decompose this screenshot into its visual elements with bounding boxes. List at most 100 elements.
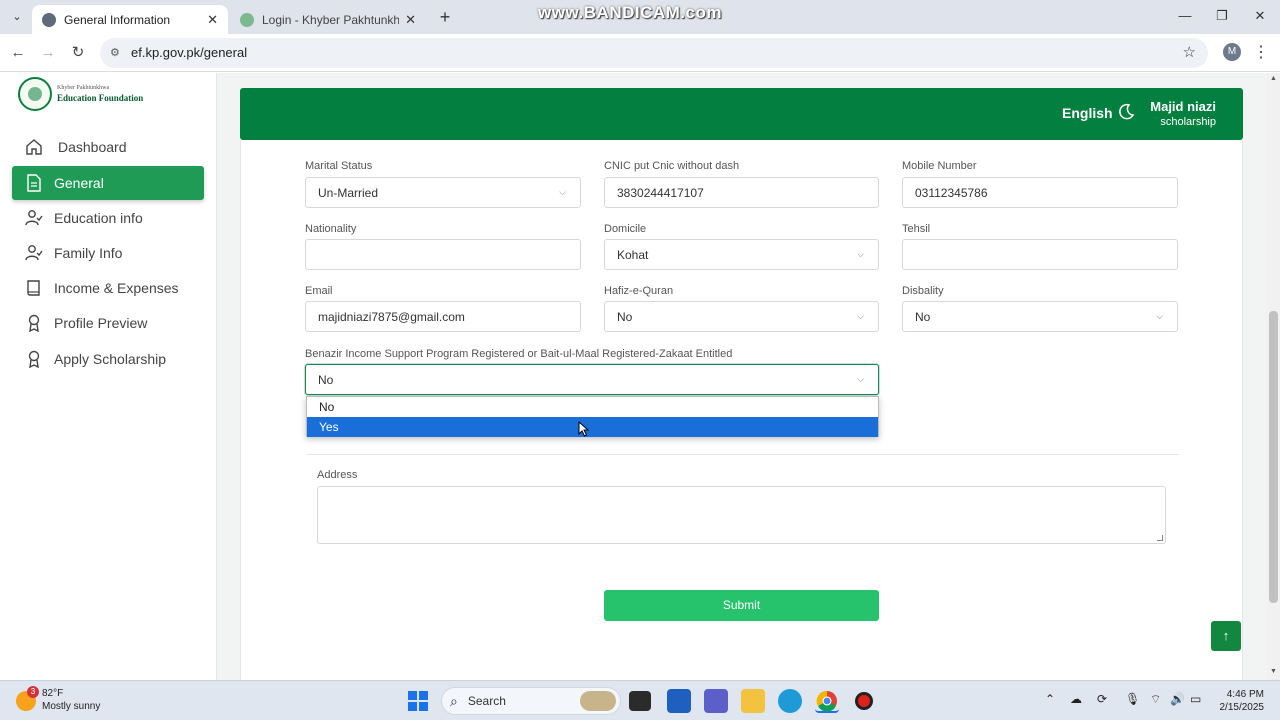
dropdown-option-no[interactable]: No <box>307 397 878 417</box>
windows-start-icon[interactable] <box>406 689 430 713</box>
scroll-up-arrow-icon[interactable]: ▲ <box>1270 75 1277 82</box>
close-window-icon[interactable]: ✕ <box>1248 8 1272 24</box>
site-info-icon[interactable]: ⚙ <box>110 46 124 60</box>
forward-arrow-icon[interactable]: → <box>38 43 58 63</box>
bandicam-record-icon[interactable] <box>852 689 876 713</box>
dropdown-option-yes[interactable]: Yes <box>307 417 878 437</box>
scroll-to-top-arrow-icon[interactable]: ↑ <box>1211 621 1241 651</box>
cnic-field[interactable]: 3830244417107 <box>604 177 879 208</box>
sidebar-item-family-info[interactable]: Family Info <box>12 236 204 270</box>
url-text[interactable]: ef.kp.gov.pk/general <box>131 45 247 60</box>
windows-taskbar: 3 82°F Mostly sunny ⌕ Search ⌃ ☁ ⟳ 🎙 ⌔ 🔊… <box>0 680 1280 720</box>
disability-value: No <box>915 309 931 324</box>
user-name[interactable]: Majid niazi <box>1150 99 1216 114</box>
domicile-value: Kohat <box>617 247 649 262</box>
edge-icon[interactable] <box>778 689 802 713</box>
close-tab-icon[interactable]: ✕ <box>207 12 218 28</box>
minimize-icon[interactable]: — <box>1173 8 1197 23</box>
weather-desc: Mostly sunny <box>42 700 101 712</box>
sidebar-item-label: Apply Scholarship <box>54 351 167 367</box>
nationality-field[interactable] <box>305 239 581 270</box>
marital-status-select[interactable]: Un-Married ⌵ <box>305 177 581 208</box>
tab-search-chevron-icon[interactable]: ⌄ <box>6 7 28 27</box>
tehsil-field[interactable] <box>902 239 1178 270</box>
sidebar-item-apply-scholarship[interactable]: Apply Scholarship <box>12 342 204 376</box>
submit-button[interactable]: Submit <box>604 590 879 621</box>
new-tab-plus-icon[interactable]: + <box>434 6 456 28</box>
address-label: Address <box>317 469 358 481</box>
sidebar-item-education-info[interactable]: Education info <box>12 201 204 235</box>
notification-badge: 3 <box>27 685 39 698</box>
file-explorer-icon[interactable] <box>741 689 765 713</box>
marital-status-value: Un-Married <box>318 185 379 200</box>
email-label: Email <box>305 285 333 297</box>
language-toggle[interactable]: English <box>1062 105 1113 121</box>
omnibox[interactable]: ⚙ ef.kp.gov.pk/general ☆ <box>100 38 1208 68</box>
scroll-down-arrow-icon[interactable]: ▼ <box>1270 668 1277 675</box>
taskbar-search[interactable]: ⌕ Search <box>441 687 621 715</box>
task-view-icon[interactable] <box>629 691 651 711</box>
dark-mode-moon-icon[interactable] <box>1117 103 1135 126</box>
weather-widget[interactable]: 3 82°F Mostly sunny <box>16 685 101 713</box>
cnic-label: CNIC put Cnic without dash <box>604 160 740 172</box>
sidebar-item-label: Dashboard <box>58 139 127 155</box>
search-label: Search <box>467 694 506 708</box>
domicile-label: Domicile <box>604 223 647 235</box>
recorder-watermark: www.BANDICAM.com <box>538 3 722 22</box>
address-textarea[interactable] <box>317 486 1166 544</box>
globe-icon <box>42 12 56 27</box>
home-icon <box>24 137 44 157</box>
hafiz-select[interactable]: No ⌵ <box>604 301 879 332</box>
onedrive-cloud-icon[interactable]: ☁ <box>1070 692 1082 706</box>
battery-icon[interactable]: ▭ <box>1190 692 1201 706</box>
teams-icon[interactable] <box>704 689 728 713</box>
tab-general-information[interactable]: General Information ✕ <box>32 5 228 34</box>
disability-label: Disbality <box>902 285 944 297</box>
chevron-up-icon[interactable]: ⌃ <box>1045 692 1055 706</box>
email-value: majidniazi7875@gmail.com <box>318 309 465 324</box>
logo-line2: Education Foundation <box>57 93 144 103</box>
sidebar-item-label: Income & Expenses <box>54 280 179 296</box>
tab-title: Login - Khyber Pakhtunkhwa Ed <box>262 12 400 27</box>
sidebar-item-income-expenses[interactable]: Income & Expenses <box>12 271 204 305</box>
disability-select[interactable]: No ⌵ <box>902 301 1178 332</box>
maximize-icon[interactable]: ❐ <box>1210 8 1234 24</box>
logo-line1: Khyber Pakhtunkhwa <box>57 85 110 91</box>
wifi-icon[interactable]: ⌔ <box>1150 692 1161 707</box>
microphone-icon[interactable]: 🎙 <box>1125 692 1140 706</box>
volume-icon[interactable]: 🔊 <box>1170 692 1185 706</box>
sidebar-item-profile-preview[interactable]: Profile Preview <box>12 306 204 340</box>
scrollbar-thumb[interactable] <box>1269 311 1278 603</box>
mobile-field[interactable]: 03112345786 <box>902 177 1178 208</box>
bisp-dropdown-list: No Yes <box>306 396 879 437</box>
section-divider <box>306 454 1179 455</box>
page-scrollbar[interactable]: ▲ ▼ <box>1267 73 1280 680</box>
more-menu-icon[interactable]: ⋮ <box>1253 42 1269 62</box>
reload-icon[interactable]: ↻ <box>68 43 88 63</box>
sync-icon[interactable]: ⟳ <box>1097 692 1107 706</box>
sidebar-item-dashboard[interactable]: Dashboard <box>12 130 204 164</box>
bisp-select[interactable]: No ⌵ <box>305 364 879 395</box>
domicile-select[interactable]: Kohat ⌵ <box>604 239 879 270</box>
search-icon: ⌕ <box>450 692 458 709</box>
sun-icon: 3 <box>16 685 39 711</box>
chrome-icon[interactable] <box>815 689 839 713</box>
tab-login[interactable]: Login - Khyber Pakhtunkhwa Ed ✕ <box>230 5 426 34</box>
back-arrow-icon[interactable]: ← <box>8 43 28 63</box>
bisp-label: Benazir Income Support Program Registere… <box>305 348 733 360</box>
sidebar-item-general[interactable]: General <box>12 166 204 200</box>
email-field[interactable]: majidniazi7875@gmail.com <box>305 301 581 332</box>
system-clock[interactable]: 4:46 PM 2/15/2025 <box>1212 688 1265 714</box>
chevron-down-icon: ⌵ <box>1156 311 1163 321</box>
resize-grip-icon[interactable] <box>1157 535 1163 541</box>
kpef-logo[interactable]: Khyber Pakhtunkhwa Education Foundation <box>18 77 168 111</box>
tab-title: General Information <box>64 12 171 27</box>
marital-status-label: Marital Status <box>305 160 373 172</box>
clock-time: 4:46 PM <box>1226 689 1264 700</box>
store-icon[interactable] <box>667 689 691 713</box>
browser-tab-strip: ⌄ General Information ✕ Login - Khyber P… <box>0 0 1280 34</box>
sidebar-item-label: General <box>54 175 104 191</box>
close-tab-icon[interactable]: ✕ <box>405 12 416 28</box>
profile-avatar[interactable]: M <box>1223 43 1241 61</box>
bookmark-star-icon[interactable]: ☆ <box>1183 43 1196 61</box>
